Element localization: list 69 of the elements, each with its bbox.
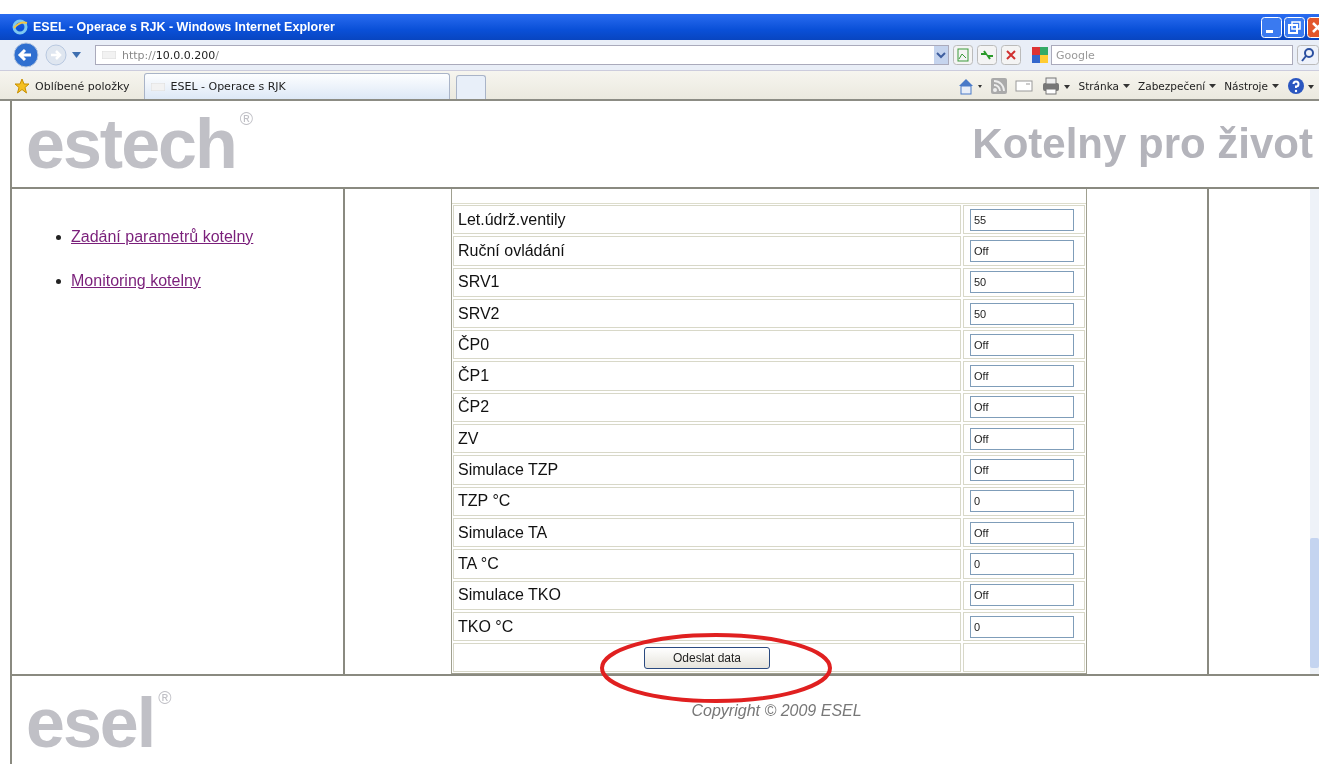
value-input[interactable]: 55 xyxy=(970,208,1074,231)
value-input[interactable]: Off xyxy=(970,584,1074,607)
site-favicon-icon xyxy=(102,51,116,59)
value-input[interactable]: 0 xyxy=(970,490,1074,513)
compatibility-icon[interactable] xyxy=(953,45,973,65)
menu-button[interactable]: Stránka xyxy=(1078,80,1131,92)
value-input[interactable]: Off xyxy=(970,365,1074,388)
field-label: Simulace TKO xyxy=(453,580,961,610)
bullet-icon xyxy=(56,234,61,240)
field-label: ČP2 xyxy=(453,392,961,423)
favorites-button[interactable]: Oblíbené položky xyxy=(12,73,138,99)
submit-button[interactable]: Odeslat data xyxy=(643,646,770,669)
value-input[interactable]: Off xyxy=(970,239,1074,262)
value-input[interactable]: Off xyxy=(970,396,1074,419)
copyright-text: Copyright © 2009 ESEL xyxy=(691,702,862,721)
field-label: Let.údrž.ventily xyxy=(453,205,961,235)
search-icon[interactable] xyxy=(1297,45,1319,65)
value-input[interactable]: 50 xyxy=(970,271,1074,294)
help-icon[interactable] xyxy=(1287,77,1315,95)
caret-icon xyxy=(1272,84,1279,88)
slogan: Kotelny pro život xyxy=(972,120,1313,168)
caret-icon xyxy=(1123,84,1131,88)
dropdown-caret-icon[interactable] xyxy=(72,52,81,58)
printer-icon[interactable] xyxy=(1040,77,1071,95)
search-field[interactable]: Google xyxy=(1051,45,1293,65)
stop-icon[interactable] xyxy=(1001,45,1021,65)
field-label: Simulace TA xyxy=(453,517,961,548)
vertical-scrollbar[interactable] xyxy=(1310,189,1319,675)
field-label: SRV2 xyxy=(453,298,961,329)
browser-logo-icon xyxy=(12,19,28,35)
star-icon xyxy=(14,78,30,94)
menu-button[interactable]: Zabezpečení xyxy=(1138,80,1217,92)
sidebar-link[interactable]: Monitoring kotelny xyxy=(71,272,201,290)
window-title: ESEL - Operace s RJK - Windows Internet Explorer xyxy=(33,20,335,34)
value-input[interactable]: Off xyxy=(970,459,1074,481)
value-input[interactable]: 50 xyxy=(970,302,1074,325)
field-label: TA °C xyxy=(453,549,961,579)
field-label: ZV xyxy=(453,424,961,454)
value-input[interactable]: 0 xyxy=(970,615,1074,638)
bullet-icon xyxy=(56,278,61,284)
scrollbar-thumb[interactable] xyxy=(1310,538,1319,669)
field-label: Simulace TZP xyxy=(453,455,961,485)
browser-tab[interactable]: ESEL - Operace s RJK xyxy=(143,73,450,99)
close-button-icon[interactable] xyxy=(1307,16,1319,38)
company-logo: esel xyxy=(26,688,155,759)
value-input[interactable]: Off xyxy=(970,427,1074,450)
field-label: Ruční ovládání xyxy=(453,236,961,266)
field-label: TZP °C xyxy=(453,486,961,516)
value-input[interactable]: Off xyxy=(970,521,1074,544)
registered-mark: ® xyxy=(239,109,254,130)
dropdown-caret-icon[interactable] xyxy=(934,46,948,64)
back-button-icon[interactable] xyxy=(12,41,40,69)
value-input[interactable]: Off xyxy=(970,333,1074,356)
restore-button-icon[interactable] xyxy=(1284,16,1305,38)
search-provider-icon xyxy=(1031,46,1049,64)
caret-icon xyxy=(1209,84,1217,88)
refresh-icon[interactable] xyxy=(977,45,997,65)
value-input[interactable]: 0 xyxy=(970,552,1074,575)
field-label: ČP0 xyxy=(453,330,961,360)
registered-mark: ® xyxy=(158,688,172,710)
company-logo: estech xyxy=(26,109,236,179)
minimize-button-icon[interactable] xyxy=(1261,16,1282,38)
menu-button[interactable]: Nástroje xyxy=(1224,80,1279,92)
address-field[interactable]: http://10.0.0.200/ xyxy=(95,45,949,65)
field-label: TKO °C xyxy=(453,611,961,642)
sidebar-link[interactable]: Zadání parametrů kotelny xyxy=(71,228,254,246)
site-favicon-icon xyxy=(150,82,165,91)
field-label: SRV1 xyxy=(453,267,961,297)
field-label: ČP1 xyxy=(453,361,961,391)
